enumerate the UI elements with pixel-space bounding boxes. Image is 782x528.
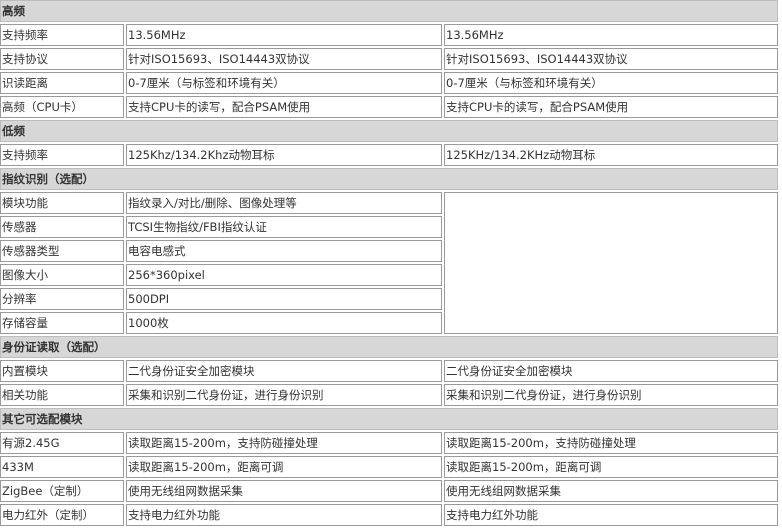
row-value-1: 256*360pixel: [126, 264, 442, 286]
row-label: 高频（CPU卡）: [0, 96, 124, 118]
table-row: ZigBee（定制） 使用无线组网数据采集 使用无线组网数据采集: [0, 480, 778, 502]
row-value-1: 采集和识别二代身份证，进行身份识别: [126, 384, 442, 406]
row-value-1: 电容电感式: [126, 240, 442, 262]
row-value-1: TCSI生物指纹/FBI指纹认证: [126, 216, 442, 238]
table-row: 支持频率 13.56MHz 13.56MHz: [0, 24, 778, 46]
row-value-2: 支持CPU卡的读写，配合PSAM使用: [444, 96, 778, 118]
section-header: 指纹识别（选配）: [0, 168, 778, 190]
section-title: 高频: [0, 0, 778, 22]
row-value-1: 支持CPU卡的读写，配合PSAM使用: [126, 96, 442, 118]
row-value-1: 二代身份证安全加密模块: [126, 360, 442, 382]
row-value-1: 1000枚: [126, 312, 442, 334]
spec-table-body: 高频 支持频率 13.56MHz 13.56MHz 支持协议 针对ISO15693、I…: [0, 0, 778, 526]
row-label: 识读距离: [0, 72, 124, 94]
section-title: 低频: [0, 120, 778, 142]
section-header: 其它可选配模块: [0, 408, 778, 430]
table-row: 433M 读取距离15-200m，距离可调 读取距离15-200m，距离可调: [0, 456, 778, 478]
table-row: 高频（CPU卡） 支持CPU卡的读写，配合PSAM使用 支持CPU卡的读写，配合PS…: [0, 96, 778, 118]
table-row: 内置模块 二代身份证安全加密模块 二代身份证安全加密模块: [0, 360, 778, 382]
row-value-2: 读取距离15-200m，距离可调: [444, 456, 778, 478]
row-label: 电力红外（定制）: [0, 504, 124, 526]
section-header: 身份证读取（选配）: [0, 336, 778, 358]
table-row: 支持协议 针对ISO15693、ISO14443双协议 针对ISO15693、ISO…: [0, 48, 778, 70]
row-value-2: 采集和识别二代身份证，进行身份识别: [444, 384, 778, 406]
table-row: 相关功能 采集和识别二代身份证，进行身份识别 采集和识别二代身份证，进行身份识别: [0, 384, 778, 406]
row-label: 图像大小: [0, 264, 124, 286]
spec-table: 高频 支持频率 13.56MHz 13.56MHz 支持协议 针对ISO15693、I…: [0, 0, 780, 528]
row-value-1: 0-7厘米（与标签和环境有关）: [126, 72, 442, 94]
row-label: 内置模块: [0, 360, 124, 382]
row-label: 传感器: [0, 216, 124, 238]
row-value-2: 125KHz/134.2KHz动物耳标: [444, 144, 778, 166]
table-row: 识读距离 0-7厘米（与标签和环境有关） 0-7厘米（与标签和环境有关）: [0, 72, 778, 94]
row-value-1: 针对ISO15693、ISO14443双协议: [126, 48, 442, 70]
row-label: 支持频率: [0, 24, 124, 46]
table-row: 有源2.45G 读取距离15-200m，支持防碰撞处理 读取距离15-200m，支持…: [0, 432, 778, 454]
row-value-1: 使用无线组网数据采集: [126, 480, 442, 502]
row-value-2: 13.56MHz: [444, 24, 778, 46]
row-value-2: 读取距离15-200m，支持防碰撞处理: [444, 432, 778, 454]
row-value-2: 针对ISO15693、ISO14443双协议: [444, 48, 778, 70]
row-value-1: 13.56MHz: [126, 24, 442, 46]
empty-merged-cell: [444, 192, 778, 334]
section-title: 其它可选配模块: [0, 408, 778, 430]
row-value-1: 读取距离15-200m，支持防碰撞处理: [126, 432, 442, 454]
table-row: 支持频率 125Khz/134.2Khz动物耳标 125KHz/134.2KHz动物…: [0, 144, 778, 166]
row-label: 支持协议: [0, 48, 124, 70]
section-title: 指纹识别（选配）: [0, 168, 778, 190]
row-value-2: 支持电力红外功能: [444, 504, 778, 526]
section-header: 低频: [0, 120, 778, 142]
row-value-1: 125Khz/134.2Khz动物耳标: [126, 144, 442, 166]
table-row: 电力红外（定制） 支持电力红外功能 支持电力红外功能: [0, 504, 778, 526]
row-value-1: 读取距离15-200m，距离可调: [126, 456, 442, 478]
row-label: ZigBee（定制）: [0, 480, 124, 502]
row-label: 模块功能: [0, 192, 124, 214]
row-label: 相关功能: [0, 384, 124, 406]
row-label: 存储容量: [0, 312, 124, 334]
row-label: 有源2.45G: [0, 432, 124, 454]
row-value-2: 0-7厘米（与标签和环境有关）: [444, 72, 778, 94]
section-header: 高频: [0, 0, 778, 22]
row-value-2: 使用无线组网数据采集: [444, 480, 778, 502]
row-label: 传感器类型: [0, 240, 124, 262]
row-label: 433M: [0, 456, 124, 478]
row-label: 支持频率: [0, 144, 124, 166]
row-label: 分辨率: [0, 288, 124, 310]
row-value-1: 支持电力红外功能: [126, 504, 442, 526]
row-value-2: 二代身份证安全加密模块: [444, 360, 778, 382]
row-value-1: 指纹录入/对比/删除、图像处理等: [126, 192, 442, 214]
row-value-1: 500DPI: [126, 288, 442, 310]
section-title: 身份证读取（选配）: [0, 336, 778, 358]
table-row: 模块功能 指纹录入/对比/删除、图像处理等: [0, 192, 778, 334]
